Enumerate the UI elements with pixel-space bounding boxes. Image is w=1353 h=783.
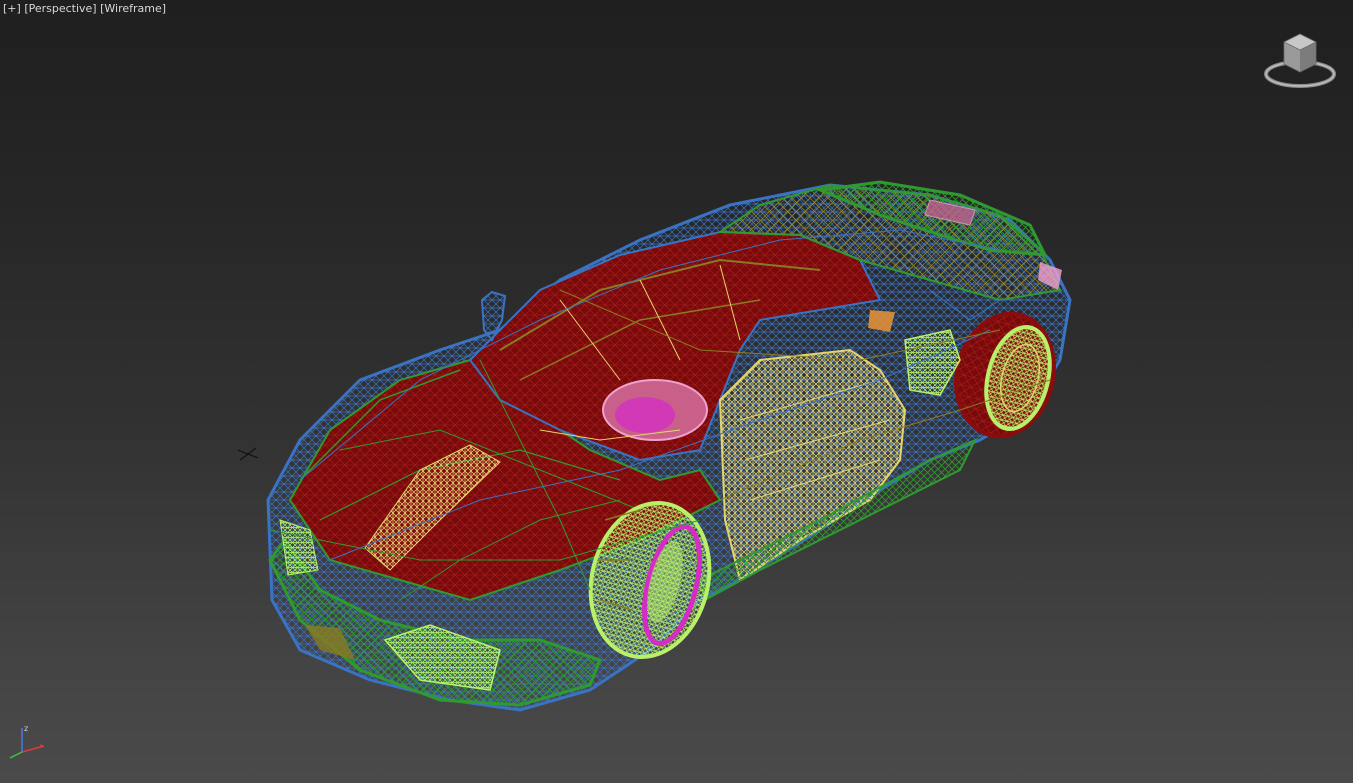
x-axis-line [21, 745, 45, 753]
pivot-marker-icon [237, 447, 259, 461]
y-axis-line [9, 751, 23, 759]
axis-tripod: z [9, 724, 45, 759]
car-wireframe-model[interactable] [0, 0, 1353, 783]
car-door [718, 348, 907, 582]
z-axis-label: z [24, 724, 28, 733]
viewcube-icon[interactable] [1262, 28, 1338, 94]
perspective-viewport[interactable]: [+] [Perspective] [Wireframe] z [0, 0, 1353, 783]
